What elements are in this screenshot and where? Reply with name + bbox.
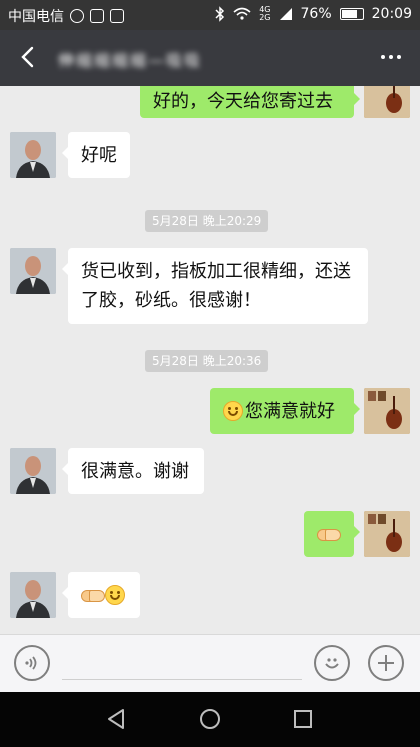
- person-photo: [10, 572, 56, 618]
- self-avatar[interactable]: [364, 511, 410, 557]
- status-left: 中国电信: [8, 6, 124, 26]
- message-text: 货已收到，指板加工很精细，还送了胶，砂纸。很感谢！: [81, 261, 351, 311]
- handshake-emoji-icon: [317, 525, 341, 543]
- message-input[interactable]: [62, 645, 306, 681]
- plus-icon: [378, 655, 394, 671]
- contact-avatar[interactable]: [10, 132, 56, 178]
- person-photo: [10, 448, 56, 494]
- input-underline: [62, 679, 302, 680]
- person-photo: [10, 132, 56, 178]
- message-text: 好呢: [81, 145, 117, 166]
- app-notification-icon: [90, 9, 104, 23]
- chat-area[interactable]: 好的，今天给您寄过去 好呢 5月28日 晚上20:29 货已收到，指板加工很精细…: [0, 86, 420, 634]
- input-bar: [0, 634, 420, 692]
- message-bubble[interactable]: [62, 572, 140, 618]
- home-icon: [200, 709, 220, 729]
- violin-photo: [364, 511, 410, 557]
- signal-icon: [279, 8, 292, 20]
- more-icon: [381, 55, 385, 59]
- emoji-button[interactable]: [314, 645, 350, 681]
- message-text: 很满意。谢谢: [81, 461, 189, 482]
- plus-button[interactable]: [368, 645, 404, 681]
- battery-percent: 76%: [300, 6, 332, 22]
- violin-photo: [364, 86, 410, 118]
- recents-icon: [294, 710, 312, 728]
- nav-home-button[interactable]: [195, 704, 225, 734]
- message-bubble[interactable]: 很满意。谢谢: [62, 448, 204, 494]
- nav-back-button[interactable]: [101, 704, 131, 734]
- bluetooth-icon: [215, 6, 225, 22]
- person-photo: [10, 248, 56, 294]
- image-icon: [110, 9, 124, 23]
- emoji-icon: [325, 658, 339, 669]
- message-bubble[interactable]: 好的，今天给您寄过去: [140, 86, 360, 118]
- system-nav-bar: [0, 692, 420, 747]
- smile-emoji-icon: [223, 401, 243, 421]
- wifi-icon: [233, 7, 251, 20]
- contact-avatar[interactable]: [10, 448, 56, 494]
- message-text: 好的，今天给您寄过去: [153, 91, 333, 112]
- voice-button[interactable]: [14, 645, 50, 681]
- battery-icon: [339, 8, 364, 20]
- status-right: 4G 2G 76% 20:09: [215, 6, 412, 22]
- message-bubble[interactable]: 货已收到，指板加工很精细，还送了胶，砂纸。很感谢！: [62, 248, 368, 324]
- clock: 20:09: [371, 6, 412, 22]
- network-type: 4G 2G: [259, 5, 271, 22]
- voice-icon: [25, 656, 37, 670]
- message-bubble[interactable]: 好呢: [62, 132, 130, 178]
- back-arrow-icon: [21, 46, 34, 68]
- carrier-label: 中国电信: [8, 9, 64, 25]
- back-icon: [108, 709, 124, 729]
- message-text: 您满意就好: [245, 401, 335, 422]
- nav-recents-button[interactable]: [288, 704, 318, 734]
- message-bubble[interactable]: 您满意就好: [210, 388, 360, 434]
- smile-emoji-icon: [105, 585, 125, 605]
- self-avatar[interactable]: [364, 388, 410, 434]
- self-avatar[interactable]: [364, 86, 410, 118]
- message-bubble[interactable]: [304, 511, 360, 557]
- contact-avatar[interactable]: [10, 248, 56, 294]
- violin-photo: [364, 388, 410, 434]
- more-button[interactable]: [376, 46, 406, 68]
- back-button[interactable]: [14, 44, 40, 70]
- timestamp: 5月28日 晚上20:29: [145, 210, 269, 232]
- status-bar: 中国电信 4G 2G 76% 20:09: [0, 0, 420, 30]
- security-shield-icon: [70, 9, 84, 23]
- timestamp: 5月28日 晚上20:36: [145, 350, 269, 372]
- title-bar: 伸缩缩缩缩—吸吸: [0, 30, 420, 86]
- contact-avatar[interactable]: [10, 572, 56, 618]
- handshake-emoji-icon: [81, 586, 105, 604]
- chat-title: 伸缩缩缩缩—吸吸: [58, 51, 203, 69]
